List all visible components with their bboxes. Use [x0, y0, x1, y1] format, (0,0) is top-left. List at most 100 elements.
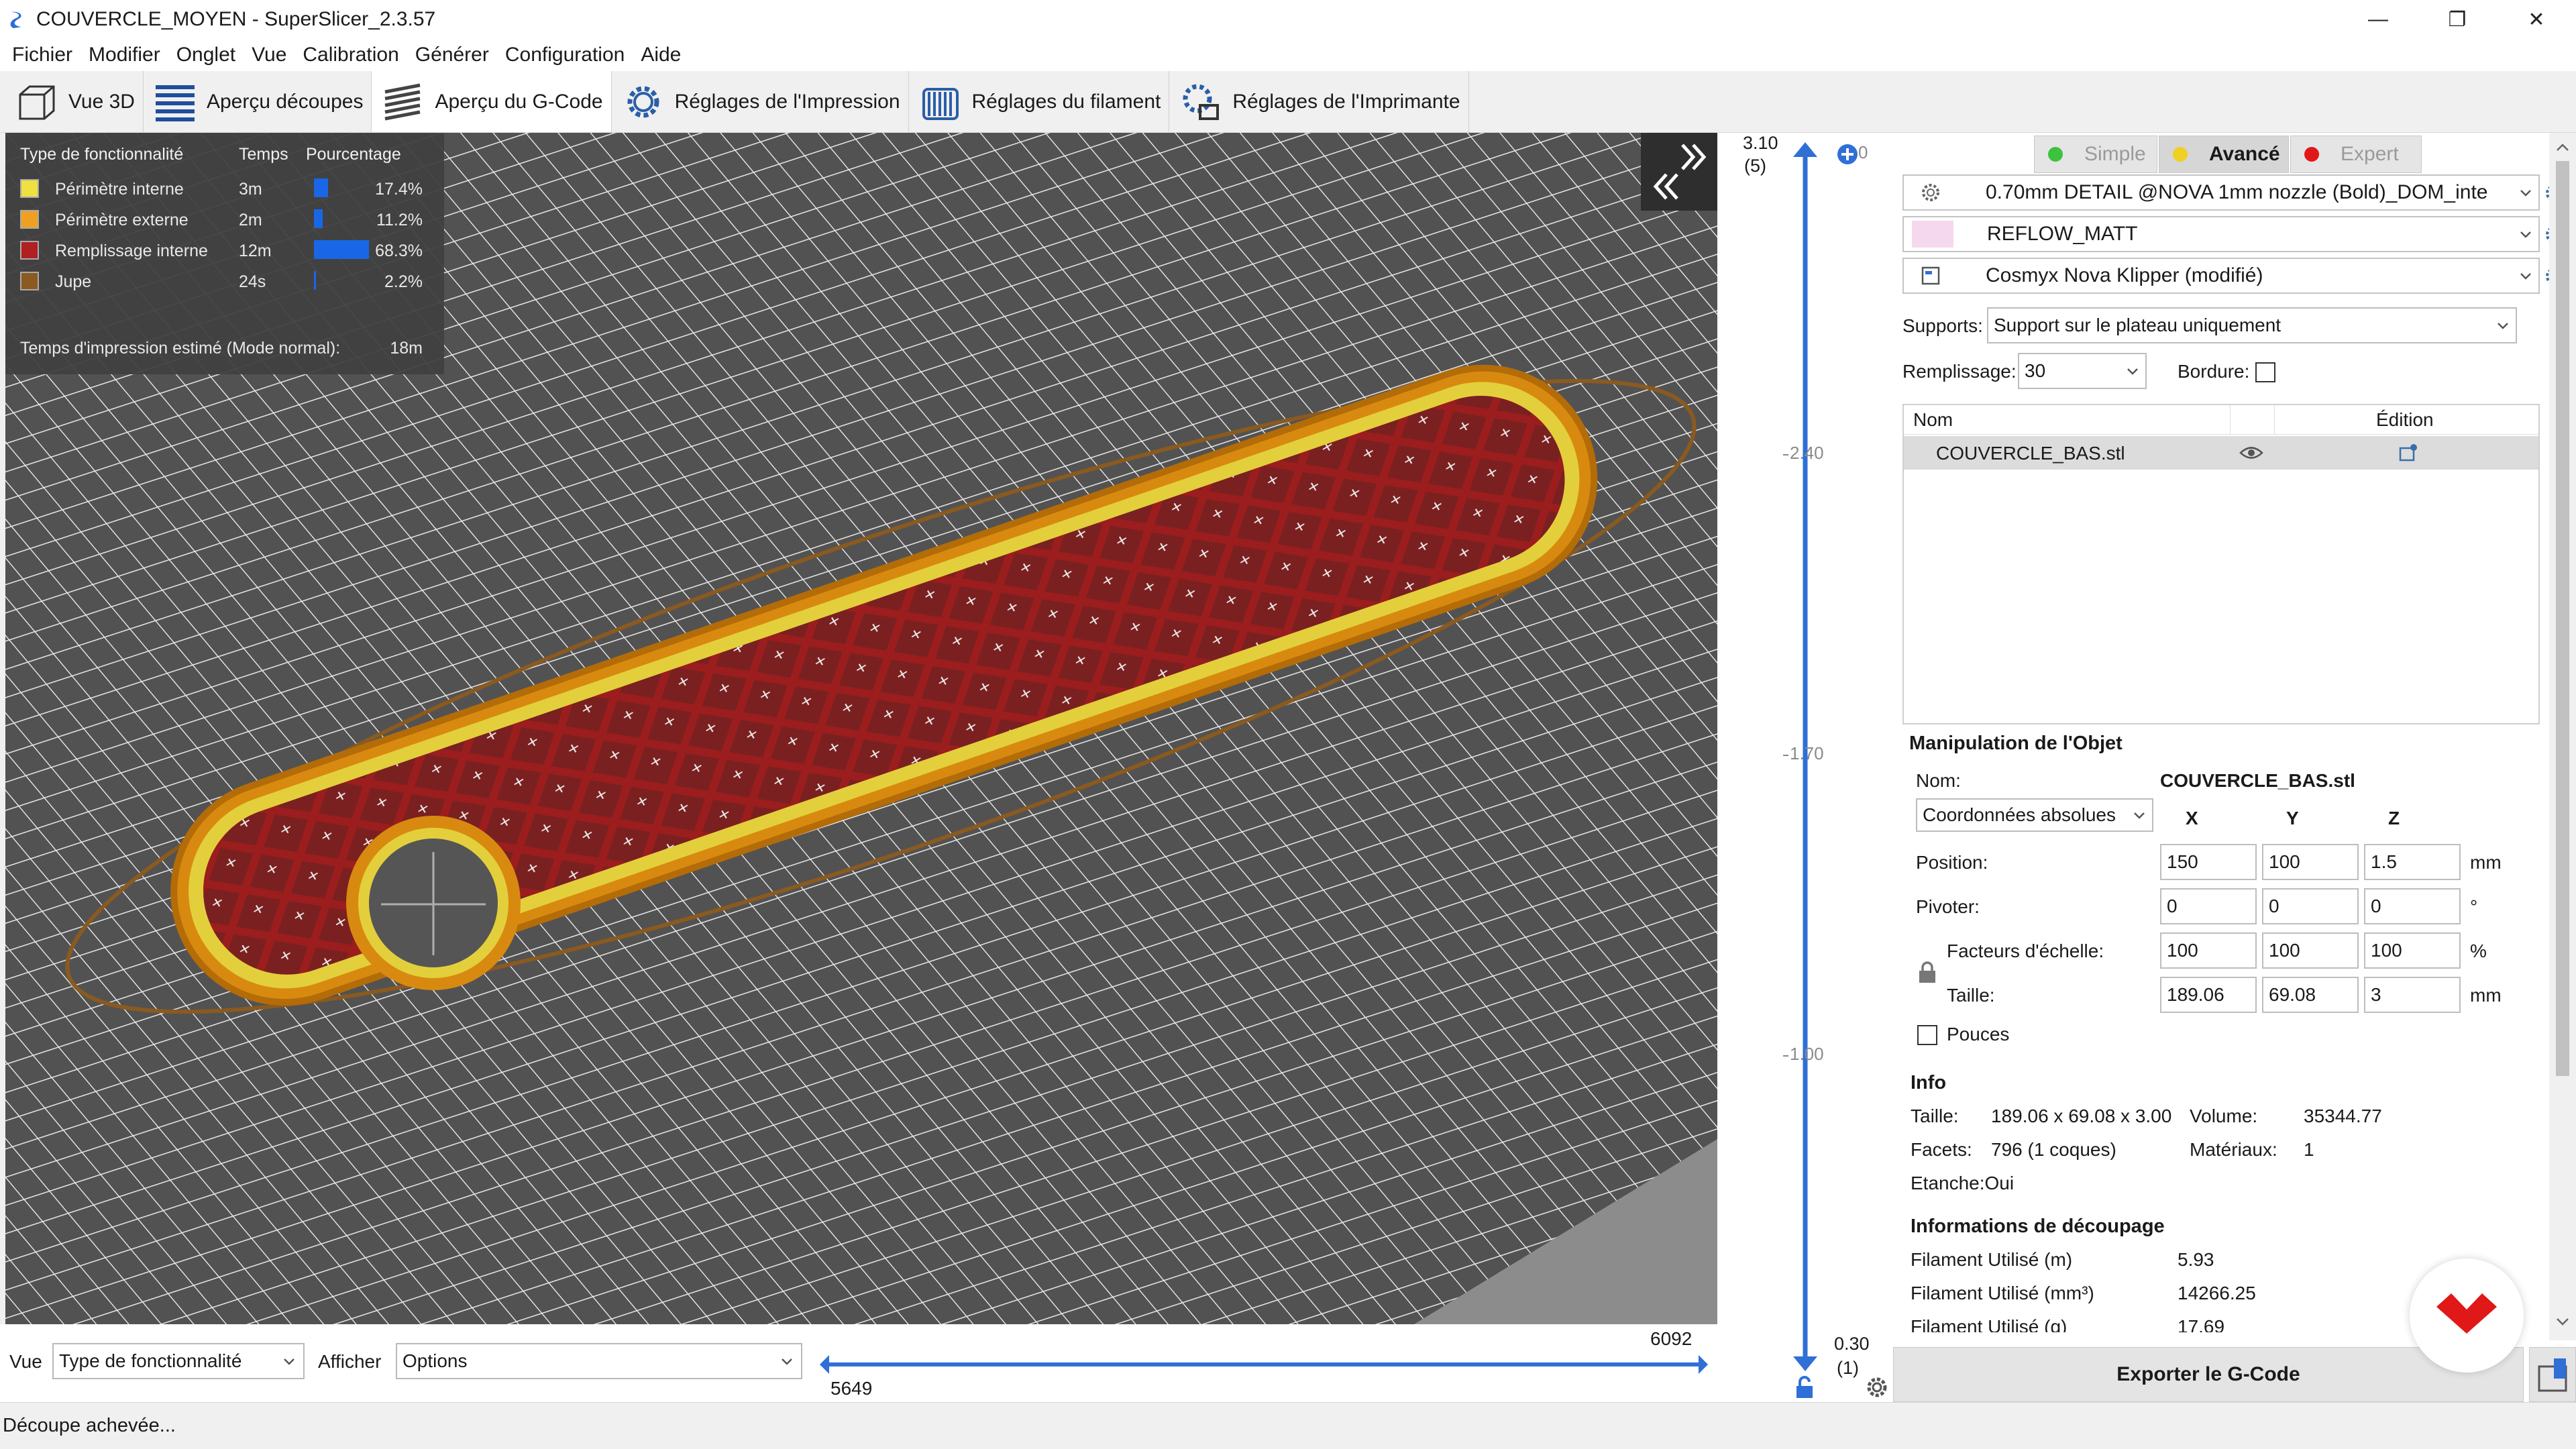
lock-icon[interactable] [1794, 1375, 1815, 1399]
minimize-button[interactable]: — [2339, 0, 2418, 39]
collapse-sidebar-button[interactable] [1641, 133, 1717, 211]
filament-preset-select[interactable]: REFLOW_MATT [1902, 216, 2540, 252]
tab-vue-3d[interactable]: Vue 3D [5, 71, 144, 132]
column-edit[interactable]: Édition [2376, 409, 2434, 431]
scale-z-input[interactable]: 100 [2364, 932, 2461, 969]
rotate-z-input[interactable]: 0 [2364, 888, 2461, 924]
tab-reglages-impression[interactable]: Réglages de l'Impression [612, 71, 909, 132]
print-preset-select[interactable]: 0.70mm DETAIL @NOVA 1mm nozzle (Bold)_DO… [1902, 174, 2540, 211]
slice-info-value: 5.93 [2178, 1249, 2214, 1270]
right-sidebar: Simple Avancé Expert 0.70mm DETAIL @NOVA… [1893, 133, 2576, 1402]
menu-vue[interactable]: Vue [244, 44, 294, 66]
size-z-input[interactable]: 3 [2364, 977, 2461, 1013]
options-select[interactable]: Options [396, 1343, 802, 1379]
send-to-printer-button[interactable] [2529, 1347, 2576, 1402]
position-y-input[interactable]: 100 [2262, 844, 2359, 880]
menu-modifier[interactable]: Modifier [80, 44, 168, 66]
legend-percent-bar [314, 178, 328, 197]
manip-name-label: Nom: [1916, 770, 1961, 791]
tab-bar: Vue 3D Aperçu découpes Aperçu du G-Code … [0, 71, 2576, 133]
coordinate-mode-select[interactable]: Coordonnées absolues [1916, 798, 2153, 832]
supports-select[interactable]: Support sur le plateau uniquement [1987, 307, 2517, 343]
brand-badge[interactable] [2410, 1258, 2524, 1373]
view-type-select[interactable]: Type de fonctionnalité [52, 1343, 305, 1379]
edit-settings-icon[interactable] [2398, 443, 2419, 463]
info-title: Info [1911, 1072, 1947, 1093]
window-title: COUVERCLE_MOYEN - SuperSlicer_2.3.57 [36, 8, 436, 30]
color-swatch [20, 272, 39, 290]
printer-preset-select[interactable]: Cosmyx Nova Klipper (modifié) [1902, 258, 2540, 294]
tab-reglages-imprimante[interactable]: Réglages de l'Imprimante [1169, 71, 1469, 132]
legend-percent: 11.2% [376, 211, 423, 229]
horizontal-slider-min: 5649 [830, 1378, 873, 1399]
menu-onglet[interactable]: Onglet [168, 44, 244, 66]
object-list-row[interactable]: COUVERCLE_BAS.stl [1904, 436, 2538, 470]
rotate-x-input[interactable]: 0 [2160, 888, 2257, 924]
chevron-down-icon [2520, 231, 2531, 238]
tab-apercu-decoupes[interactable]: Aperçu découpes [144, 71, 372, 132]
close-button[interactable]: ✕ [2497, 0, 2576, 39]
layer-tick: 1.70 [1790, 743, 1824, 763]
supports-label: Supports: [1902, 315, 1983, 336]
manipulation-title: Manipulation de l'Objet [1909, 733, 2123, 754]
info-size-label: Taille: [1911, 1106, 1959, 1126]
mode-expert-button[interactable]: Expert [2290, 136, 2422, 173]
size-y-input[interactable]: 69.08 [2262, 977, 2359, 1013]
size-x-value: 189.06 [2167, 984, 2224, 1005]
lock-icon[interactable] [1917, 961, 1937, 985]
legend-row: Périmètre interne 3m 17.4% [5, 173, 444, 204]
legend-time: 24s [239, 272, 266, 291]
eye-icon[interactable] [2239, 444, 2263, 462]
scale-unit: % [2470, 941, 2487, 961]
axis-z-header: Z [2388, 808, 2400, 828]
object-list: Nom Édition COUVERCLE_BAS.stl [1902, 404, 2540, 724]
tab-apercu-gcode[interactable]: Aperçu du G-Code [372, 71, 612, 132]
legend-row: Jupe 24s 2.2% [5, 266, 444, 297]
mode-simple-button[interactable]: Simple [2034, 136, 2157, 173]
mode-advanced-button[interactable]: Avancé [2159, 136, 2289, 173]
menu-configuration[interactable]: Configuration [497, 44, 633, 66]
layers-icon [155, 85, 195, 121]
position-x-input[interactable]: 150 [2160, 844, 2257, 880]
legend-label: Remplissage interne [55, 241, 208, 260]
column-name[interactable]: Nom [1913, 409, 1953, 431]
tab-reglages-filament[interactable]: Réglages du filament [909, 71, 1170, 132]
move-slider[interactable] [814, 1351, 1713, 1378]
size-y-value: 69.08 [2269, 984, 2316, 1005]
double-chevron-icon [1653, 144, 1707, 200]
horizontal-slider-max: 6092 [1650, 1328, 1693, 1349]
restore-button[interactable]: ❐ [2418, 0, 2497, 39]
inches-checkbox[interactable] [1917, 1025, 1937, 1045]
chevron-down-icon [782, 1358, 792, 1365]
view-type-value: Type de fonctionnalité [59, 1350, 242, 1371]
yellow-dot-icon [2173, 147, 2188, 162]
legend-header-time: Temps [239, 145, 288, 164]
sidebar-scrollbar[interactable] [2549, 133, 2576, 1340]
chevron-down-icon [284, 1358, 294, 1365]
scale-y-input[interactable]: 100 [2262, 932, 2359, 969]
scale-x-input[interactable]: 100 [2160, 932, 2257, 969]
brim-checkbox[interactable] [2255, 362, 2275, 382]
layer-bottom-value: 0.30 [1834, 1334, 1870, 1354]
settings-cog-icon[interactable] [1865, 1375, 1889, 1399]
add-color-change-icon[interactable] [1835, 142, 1860, 166]
menu-aide[interactable]: Aide [633, 44, 689, 66]
legend-row: Périmètre externe 2m 11.2% [5, 204, 444, 235]
infill-select[interactable]: 30 [2018, 353, 2147, 389]
position-z-input[interactable]: 1.5 [2364, 844, 2461, 880]
menu-generer[interactable]: Générer [407, 44, 497, 66]
feature-legend: Type de fonctionnalité Temps Pourcentage… [5, 133, 444, 374]
size-x-input[interactable]: 189.06 [2160, 977, 2257, 1013]
slice-info-label: Filament Utilisé (g) [1911, 1316, 2068, 1332]
rotate-y-input[interactable]: 0 [2262, 888, 2359, 924]
sd-card-icon [2538, 1358, 2567, 1392]
mode-label: Avancé [2209, 143, 2280, 165]
axis-x-header: X [2186, 808, 2198, 828]
menu-calibration[interactable]: Calibration [294, 44, 407, 66]
object-list-header: Nom Édition [1904, 405, 2538, 435]
layer-slider[interactable]: 3.10 (5) 0 2.40 1.70 1.00 0.30 (1) [1717, 133, 1893, 1402]
legend-percent: 68.3% [375, 241, 423, 260]
size-label: Taille: [1947, 985, 1995, 1006]
info-size-value: 189.06 x 69.08 x 3.00 [1991, 1106, 2172, 1126]
menu-fichier[interactable]: Fichier [4, 44, 80, 66]
